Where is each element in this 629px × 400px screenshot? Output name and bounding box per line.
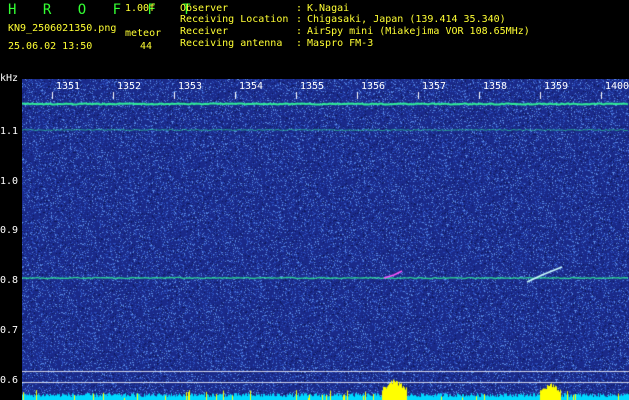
meteor-count: 44 bbox=[140, 41, 153, 52]
info-antenna-value: Maspro FM-3 bbox=[307, 38, 374, 49]
x-tick-label: 1353 bbox=[178, 81, 203, 92]
y-tick-label: 1.1 bbox=[0, 126, 19, 137]
y-tick-label: 0.9 bbox=[0, 225, 19, 236]
x-tick-label: 1354 bbox=[239, 81, 264, 92]
header-panel: H R O F F T 1.00f KN9_2506021350.png met… bbox=[0, 0, 629, 74]
info-separator: : bbox=[296, 14, 303, 25]
x-tick-label: 1359 bbox=[544, 81, 569, 92]
x-tick-label: 1356 bbox=[361, 81, 386, 92]
y-axis-unit: kHz bbox=[0, 73, 19, 84]
y-tick-label: 0.8 bbox=[0, 275, 19, 286]
x-tick-label: 1355 bbox=[300, 81, 325, 92]
x-tick-label: 1351 bbox=[56, 81, 81, 92]
info-location-value: Chigasaki, Japan (139.414 35.340) bbox=[307, 14, 506, 25]
info-observer-label: Observer bbox=[180, 3, 229, 14]
info-separator: : bbox=[296, 38, 303, 49]
info-receiver-label: Receiver bbox=[180, 26, 229, 37]
info-separator: : bbox=[296, 26, 303, 37]
x-tick-label: 1352 bbox=[117, 81, 142, 92]
version-label: 1.00f bbox=[125, 3, 156, 14]
x-tick-label: 1400 bbox=[605, 81, 629, 92]
x-tick-label: 1357 bbox=[422, 81, 447, 92]
x-tick-label: 1358 bbox=[483, 81, 508, 92]
y-tick-label: 0.7 bbox=[0, 325, 19, 336]
info-separator: : bbox=[296, 3, 303, 14]
info-receiver-value: AirSpy mini (Miakejima VOR 108.65MHz) bbox=[307, 26, 530, 37]
info-location-label: Receiving Location bbox=[180, 14, 289, 25]
info-observer-value: K.Nagai bbox=[307, 3, 350, 14]
y-tick-label: 0.6 bbox=[0, 375, 19, 386]
info-antenna-label: Receiving antenna bbox=[180, 38, 283, 49]
meteor-label: meteor bbox=[125, 28, 162, 39]
y-tick-label: 1.0 bbox=[0, 176, 19, 187]
datetime-label: 25.06.02 13:50 bbox=[8, 41, 93, 52]
spectrogram-canvas bbox=[22, 79, 629, 400]
filename-label: KN9_2506021350.png bbox=[8, 23, 117, 34]
app-logo: H R O F F T bbox=[8, 2, 200, 18]
